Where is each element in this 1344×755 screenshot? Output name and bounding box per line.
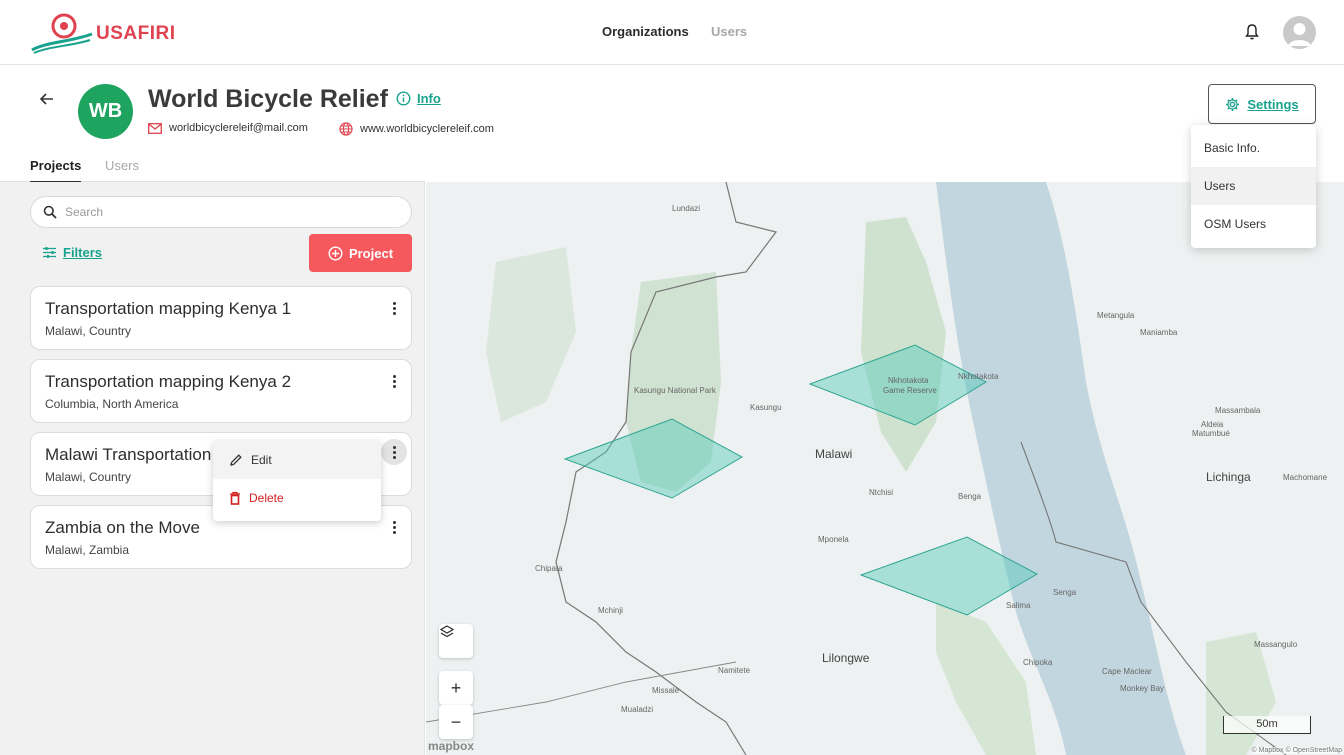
map-label: Senga bbox=[1053, 588, 1077, 597]
settings-menu: Basic Info. Users OSM Users bbox=[1191, 125, 1316, 248]
settings-item-osm-users[interactable]: OSM Users bbox=[1191, 205, 1316, 243]
map-label: Nkhotakota bbox=[888, 376, 929, 385]
org-website-text: www.worldbicyclereleif.com bbox=[360, 123, 494, 135]
nav-users[interactable]: Users bbox=[711, 24, 747, 39]
org-website[interactable]: www.worldbicyclereleif.com bbox=[339, 122, 494, 136]
map-label: Lundazi bbox=[672, 204, 701, 213]
search-input[interactable] bbox=[65, 205, 385, 219]
map-label: Benga bbox=[958, 492, 982, 501]
delete-menu-item[interactable]: Delete bbox=[213, 479, 381, 517]
map-label: Mualadzi bbox=[621, 705, 654, 714]
project-card[interactable]: Transportation mapping Kenya 2 Columbia,… bbox=[30, 359, 412, 423]
project-title: Transportation mapping Kenya 2 bbox=[45, 372, 292, 391]
org-email: worldbicyclereleif@mail.com bbox=[148, 122, 308, 134]
map-view[interactable]: Lundazi Kasungu National Park Kasungu Nk… bbox=[426, 182, 1344, 755]
project-tabs: Projects Users bbox=[0, 148, 425, 183]
info-icon bbox=[396, 91, 411, 106]
map-label: Mponela bbox=[818, 535, 849, 544]
map-label: Lilongwe bbox=[822, 651, 870, 665]
map-label: Ntchisi bbox=[869, 488, 894, 497]
map-label: Kasungu bbox=[750, 403, 782, 412]
settings-button[interactable]: Settings bbox=[1208, 84, 1316, 124]
map-label: Lichinga bbox=[1206, 470, 1251, 484]
map-label: Kasungu National Park bbox=[634, 386, 716, 395]
map-label: Chipata bbox=[535, 564, 563, 573]
project-title: Malawi Transportation bbox=[45, 445, 212, 464]
layers-icon bbox=[439, 625, 455, 638]
map-label: Maniamba bbox=[1140, 328, 1178, 337]
map-label: Malawi bbox=[815, 447, 853, 461]
top-bar: USAFIRI Organizations Users bbox=[0, 0, 1344, 65]
map-label: Metangula bbox=[1097, 311, 1135, 320]
project-location: Malawi, Country bbox=[45, 324, 132, 338]
map-label: Missale bbox=[652, 686, 680, 695]
info-label: Info bbox=[417, 91, 441, 106]
project-context-menu: Edit Delete bbox=[213, 441, 381, 521]
map-label: Massambala bbox=[1215, 406, 1261, 415]
mail-icon bbox=[148, 122, 162, 134]
org-name: World Bicycle Relief bbox=[148, 85, 388, 113]
filters-label: Filters bbox=[63, 245, 103, 260]
project-location: Columbia, North America bbox=[45, 397, 179, 411]
more-vertical-icon[interactable] bbox=[387, 372, 401, 390]
sliders-icon bbox=[43, 247, 56, 258]
search-icon bbox=[43, 205, 57, 219]
project-title: Zambia on the Move bbox=[45, 518, 200, 537]
edit-menu-item[interactable]: Edit bbox=[213, 441, 381, 479]
map-label: Namitete bbox=[718, 666, 751, 675]
usafiri-logo[interactable]: USAFIRI bbox=[30, 12, 180, 54]
edit-label: Edit bbox=[251, 453, 272, 467]
project-title: Transportation mapping Kenya 1 bbox=[45, 299, 292, 318]
globe-icon bbox=[339, 122, 353, 136]
project-location: Malawi, Country bbox=[45, 470, 132, 484]
trash-icon bbox=[230, 491, 240, 505]
zoom-out-button[interactable]: − bbox=[439, 705, 473, 739]
layers-button[interactable] bbox=[439, 624, 473, 658]
info-link[interactable]: Info bbox=[396, 91, 441, 106]
pencil-icon bbox=[230, 454, 242, 466]
map-label: Machomane bbox=[1283, 473, 1328, 482]
map-label: Cape Maclear bbox=[1102, 667, 1152, 676]
map-label: Salima bbox=[1006, 601, 1031, 610]
nav-organizations[interactable]: Organizations bbox=[602, 24, 689, 39]
gear-icon bbox=[1226, 97, 1240, 111]
map-label: Game Reserve bbox=[883, 386, 937, 395]
zoom-in-button[interactable]: + bbox=[439, 671, 473, 705]
delete-label: Delete bbox=[249, 491, 284, 505]
tab-users[interactable]: Users bbox=[105, 158, 139, 173]
map-label: Mchinji bbox=[598, 606, 623, 615]
back-arrow-icon[interactable] bbox=[38, 90, 56, 108]
settings-label: Settings bbox=[1247, 96, 1299, 112]
org-email-text: worldbicyclereleif@mail.com bbox=[169, 122, 308, 134]
user-silhouette-icon bbox=[1288, 23, 1311, 46]
map-label: Massangulo bbox=[1254, 640, 1298, 649]
settings-item-basic-info[interactable]: Basic Info. bbox=[1191, 129, 1316, 167]
user-avatar[interactable] bbox=[1283, 16, 1316, 49]
map-canvas bbox=[426, 182, 1287, 755]
add-project-button[interactable]: Project bbox=[309, 234, 412, 272]
more-vertical-icon[interactable] bbox=[381, 439, 407, 465]
tab-projects[interactable]: Projects bbox=[30, 158, 82, 183]
map-label: Matumbué bbox=[1192, 429, 1230, 438]
plus-circle-icon bbox=[328, 245, 343, 261]
map-scale: 50m bbox=[1223, 716, 1311, 734]
map-label: Chipoka bbox=[1023, 658, 1053, 667]
bell-icon[interactable] bbox=[1242, 22, 1262, 42]
brand-name: USAFIRI bbox=[96, 23, 176, 44]
filters-button[interactable]: Filters bbox=[42, 245, 102, 260]
more-vertical-icon[interactable] bbox=[387, 299, 401, 317]
map-label: Aldeia bbox=[1201, 420, 1224, 429]
search-box[interactable] bbox=[30, 196, 412, 228]
settings-item-users[interactable]: Users bbox=[1191, 167, 1316, 205]
project-card[interactable]: Transportation mapping Kenya 1 Malawi, C… bbox=[30, 286, 412, 350]
add-project-label: Project bbox=[348, 245, 394, 261]
map-label: Monkey Bay bbox=[1120, 684, 1165, 693]
project-location: Malawi, Zambia bbox=[45, 543, 130, 557]
more-vertical-icon[interactable] bbox=[387, 518, 401, 536]
map-attribution[interactable]: © Mapbox © OpenStreetMap bbox=[1251, 747, 1342, 754]
logo-mark-icon bbox=[31, 13, 93, 54]
map-label: Nkhotakota bbox=[958, 372, 999, 381]
org-avatar: WB bbox=[78, 84, 133, 139]
mapbox-logo: mapbox bbox=[428, 739, 475, 753]
